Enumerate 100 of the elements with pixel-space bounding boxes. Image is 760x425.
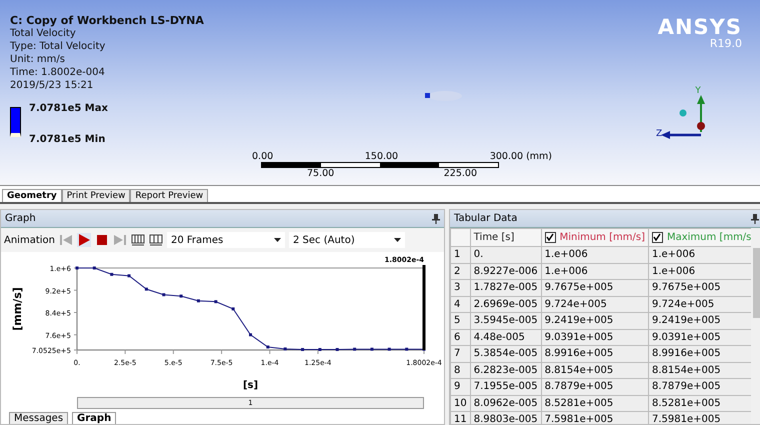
table-cell: 9.2419e+005 — [648, 312, 751, 329]
table-cell: 2.6969e-005 — [470, 296, 542, 312]
caret-icon — [394, 238, 401, 242]
table-cell: 1.e+006 — [648, 263, 751, 280]
frames-icon[interactable] — [130, 234, 145, 246]
table-cell: 7.1955e-005 — [470, 378, 542, 395]
data-point — [370, 348, 374, 351]
legend-min-label: 7.0781e5 Min — [29, 133, 106, 146]
panel-title: Tabular Data — [454, 213, 518, 224]
row-number: 3 — [450, 280, 470, 296]
row-number: 5 — [450, 312, 470, 329]
row-number: 8 — [450, 362, 470, 378]
table-cell: 8.9803e-005 — [470, 412, 542, 424]
play-button[interactable] — [76, 233, 91, 247]
view-tab[interactable]: Report Preview — [130, 189, 208, 202]
data-point — [388, 348, 391, 351]
scale-label: 225.00 — [444, 168, 477, 179]
table-cell: 8.7879e+005 — [541, 378, 648, 395]
table-cell: 8.8154e+005 — [541, 362, 648, 378]
table-cell: 3.5945e-005 — [470, 312, 542, 329]
data-point — [284, 347, 287, 350]
row-number: 11 — [450, 412, 470, 424]
row-number: 10 — [450, 395, 470, 412]
scale-label: 75.00 — [307, 168, 334, 179]
checkbox[interactable] — [652, 232, 663, 243]
data-point — [214, 300, 218, 304]
info-text: Time: 1.8002e-004 — [10, 66, 106, 79]
table-cell: 1.7827e-005 — [470, 280, 542, 296]
table-cell: 0. — [470, 246, 542, 263]
table-cell: 9.724e+005 — [648, 296, 751, 312]
info-text: Type: Total Velocity — [10, 40, 106, 53]
toolbar-label: Animation — [4, 234, 55, 246]
table-cell: 9.0391e+005 — [648, 329, 751, 346]
table-cell: 9.724e+005 — [541, 296, 648, 312]
data-point — [301, 348, 304, 352]
data-point — [266, 346, 270, 348]
column-header[interactable]: Time [s] — [470, 228, 542, 246]
data-point — [318, 348, 322, 352]
view-tab[interactable]: Geometry — [2, 189, 62, 202]
axis-triad-drawing: Y Z — [650, 84, 710, 140]
frames-dropdown[interactable]: 20 Frames — [166, 232, 285, 248]
table-cell: 1.e+006 — [541, 263, 648, 280]
table-cell: 9.7675e+005 — [541, 280, 648, 296]
table-cell: 8.5281e+005 — [541, 395, 648, 412]
table-cell: 8.5281e+005 — [648, 395, 751, 412]
axis-title: [s] — [242, 380, 258, 391]
data-point — [232, 307, 235, 310]
frames-icon[interactable] — [148, 234, 163, 246]
table-cell: 1.e+006 — [541, 246, 648, 263]
caret-icon — [274, 238, 281, 242]
panel-tab[interactable]: Graph — [72, 412, 116, 424]
data-point — [249, 333, 252, 336]
model-drawing — [423, 90, 463, 102]
row-number: 6 — [450, 329, 470, 346]
legend-max-label: 7.0781e5 Max — [29, 102, 108, 115]
data-point — [405, 348, 408, 351]
table-cell: 4.48e-005 — [470, 329, 542, 346]
table-cell: 8.9227e-006 — [470, 263, 542, 280]
pin-icon[interactable] — [432, 214, 440, 224]
data-point — [76, 266, 78, 270]
model-title: C: Copy of Workbench LS-DYNA — [10, 14, 204, 27]
duration-dropdown[interactable]: 2 Sec (Auto) — [288, 232, 405, 248]
table-cell: 8.9916e+005 — [648, 346, 751, 362]
row-number: 2 — [450, 263, 470, 280]
info-text: Unit: mm/s — [10, 53, 66, 66]
row-number: 7 — [450, 346, 470, 362]
panel-title: Graph — [5, 213, 36, 224]
row-number: 9 — [450, 378, 470, 395]
logo-text: ANSYS — [658, 16, 742, 38]
data-point — [162, 293, 166, 296]
view-tab[interactable]: Print Preview — [62, 189, 130, 202]
stop-button[interactable] — [94, 233, 109, 247]
version-text: R19.0 — [710, 38, 742, 50]
table-cell: 8.9916e+005 — [541, 346, 648, 362]
row-number: 4 — [450, 296, 470, 312]
data-point — [180, 294, 183, 298]
scale-label: 300.00 (mm) — [490, 151, 552, 162]
table-cell: 9.0391e+005 — [541, 329, 648, 346]
data-point — [336, 348, 339, 352]
table-cell: 7.5981e+005 — [541, 412, 648, 424]
scale-label: 0.00 — [252, 151, 274, 162]
checkbox[interactable] — [544, 232, 556, 243]
table-cell: 6.2823e-005 — [470, 362, 542, 378]
data-point — [196, 299, 200, 302]
pin-icon[interactable] — [751, 214, 759, 224]
data-point — [353, 348, 356, 351]
data-point — [128, 274, 131, 278]
table-cell: 8.7879e+005 — [648, 378, 751, 395]
panel-tab[interactable]: Messages — [9, 412, 68, 424]
time-marker[interactable] — [422, 265, 426, 350]
data-point — [110, 272, 114, 276]
table-cell: 1.e+006 — [648, 246, 751, 263]
table-cell: 5.3854e-005 — [470, 346, 542, 362]
info-text: Total Velocity — [10, 27, 77, 40]
info-text: 2019/5/23 15:21 — [10, 79, 94, 92]
scrollbar[interactable] — [751, 228, 760, 424]
table-cell: 7.5981e+005 — [648, 412, 751, 424]
column-header[interactable]: Minimum [mm/s] — [541, 228, 648, 246]
scale-label: 150.00 — [364, 151, 398, 162]
table-cell: 9.7675e+005 — [648, 280, 751, 296]
